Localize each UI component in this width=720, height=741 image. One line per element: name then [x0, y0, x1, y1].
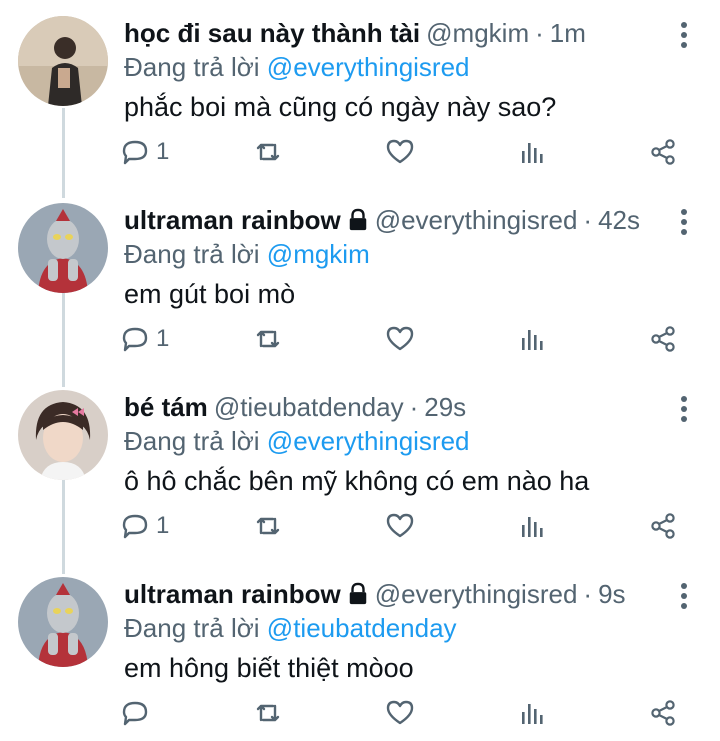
more-options-icon[interactable] — [672, 581, 696, 611]
analytics-button[interactable] — [517, 506, 547, 546]
action-bar: 1 — [120, 132, 690, 172]
analytics-icon — [522, 330, 543, 350]
more-options-icon[interactable] — [672, 20, 696, 50]
lock-icon — [347, 580, 369, 614]
reply-button[interactable]: 1 — [120, 319, 169, 359]
analytics-button[interactable] — [517, 319, 547, 359]
tweet-text: phắc boi mà cũng có ngày này sao? — [124, 92, 557, 122]
reply-mention-link[interactable]: @tieubatdenday — [267, 613, 457, 643]
tweet[interactable]: ultraman rainbow @everythingisred · 9s Đang… — [0, 561, 720, 741]
reply-mention-link[interactable]: @everythingisred — [267, 426, 470, 456]
analytics-icon — [522, 517, 543, 537]
reply-prefix: Đang trả lời — [124, 239, 260, 269]
handle[interactable]: @everythingisred — [375, 205, 578, 235]
reply-count: 1 — [156, 325, 170, 352]
retweet-button[interactable] — [253, 506, 283, 546]
timestamp[interactable]: 29s — [424, 392, 466, 422]
display-name[interactable]: bé tám — [124, 392, 208, 422]
reply-mention-link[interactable]: @everythingisred — [267, 52, 470, 82]
share-icon — [651, 326, 675, 352]
heart-icon — [386, 139, 414, 164]
lock-icon — [347, 206, 369, 240]
tweet-text: ô hô chắc bên mỹ không có em nào ha — [124, 466, 590, 496]
reply-context: Đang trả lời @tieubatdenday — [124, 611, 457, 645]
like-button[interactable] — [385, 693, 415, 733]
share-button[interactable] — [648, 132, 678, 172]
action-bar — [120, 693, 690, 733]
retweet-button[interactable] — [253, 319, 283, 359]
reply-button[interactable] — [120, 693, 156, 733]
tweet-text: em hông biết thiệt mòoo — [124, 653, 414, 683]
timestamp[interactable]: 42s — [598, 205, 640, 235]
reply-prefix: Đang trả lời — [124, 613, 260, 643]
action-bar: 1 — [120, 319, 690, 359]
share-button[interactable] — [648, 319, 678, 359]
more-options-icon[interactable] — [672, 207, 696, 237]
more-options-icon[interactable] — [672, 394, 696, 424]
analytics-icon — [522, 143, 543, 163]
reply-count: 1 — [156, 512, 170, 539]
reply-context: Đang trả lời @everythingisred — [124, 50, 470, 84]
share-icon — [651, 513, 675, 539]
reply-count: 1 — [156, 138, 170, 165]
separator: · — [535, 18, 544, 48]
action-bar: 1 — [120, 506, 690, 546]
reply-context: Đang trả lời @mgkim — [124, 237, 370, 271]
tweet[interactable]: học đi sau này thành tài @mgkim · 1m Đang t… — [0, 0, 720, 187]
reply-button[interactable]: 1 — [120, 132, 169, 172]
avatar[interactable] — [18, 203, 108, 293]
share-button[interactable] — [648, 693, 678, 733]
like-button[interactable] — [385, 319, 415, 359]
avatar[interactable] — [18, 16, 108, 106]
share-button[interactable] — [648, 506, 678, 546]
heart-icon — [386, 326, 414, 351]
like-button[interactable] — [385, 132, 415, 172]
share-icon — [651, 700, 675, 726]
analytics-button[interactable] — [517, 693, 547, 733]
display-name[interactable]: ultraman rainbow — [124, 205, 341, 235]
reply-prefix: Đang trả lời — [124, 426, 260, 456]
heart-icon — [386, 700, 414, 725]
separator: · — [583, 579, 593, 609]
timestamp[interactable]: 9s — [598, 579, 625, 609]
reply-prefix: Đang trả lời — [124, 52, 260, 82]
reply-context: Đang trả lời @everythingisred — [124, 424, 470, 458]
reply-icon — [122, 701, 148, 726]
handle[interactable]: @tieubatdenday — [214, 392, 404, 422]
reply-button[interactable]: 1 — [120, 506, 169, 546]
tweet[interactable]: ultraman rainbow @everythingisred · 42s Đan… — [0, 187, 720, 374]
retweet-button[interactable] — [253, 693, 283, 733]
avatar[interactable] — [18, 577, 108, 667]
separator: · — [409, 392, 419, 422]
analytics-icon — [522, 704, 543, 724]
retweet-icon — [256, 143, 280, 161]
handle[interactable]: @everythingisred — [375, 579, 578, 609]
tweet[interactable]: bé tám @tieubatdenday · 29s Đang trả lời @e… — [0, 374, 720, 561]
retweet-icon — [256, 517, 280, 535]
display-name[interactable]: ultraman rainbow — [124, 579, 341, 609]
share-icon — [651, 139, 675, 165]
retweet-icon — [256, 704, 280, 722]
retweet-icon — [256, 330, 280, 348]
timestamp[interactable]: 1m — [550, 18, 586, 48]
tweet-text: em gút boi mò — [124, 279, 296, 309]
reply-mention-link[interactable]: @mgkim — [267, 239, 370, 269]
display-name[interactable]: học đi sau này thành tài — [124, 18, 420, 48]
reply-icon — [122, 327, 148, 352]
analytics-button[interactable] — [517, 132, 547, 172]
heart-icon — [386, 513, 414, 538]
like-button[interactable] — [385, 506, 415, 546]
separator: · — [583, 205, 593, 235]
reply-icon — [122, 514, 148, 539]
avatar[interactable] — [18, 390, 108, 480]
reply-icon — [122, 140, 148, 165]
retweet-button[interactable] — [253, 132, 283, 172]
handle[interactable]: @mgkim — [426, 18, 529, 48]
